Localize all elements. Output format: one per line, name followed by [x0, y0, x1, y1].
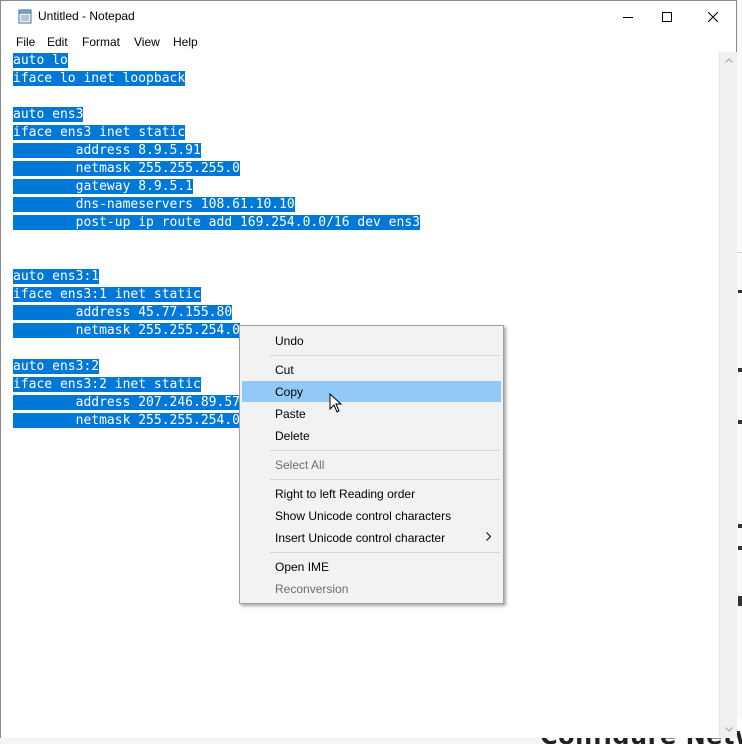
menu-item-paste[interactable]: Paste: [242, 403, 501, 424]
menu-edit[interactable]: Edit: [47, 35, 68, 49]
background-text-fragment: [738, 420, 742, 424]
selected-text: auto ens3: [13, 107, 84, 122]
background-page-edge: [737, 0, 742, 744]
menu-help[interactable]: Help: [173, 35, 198, 49]
editor-line: auto lo: [13, 52, 420, 70]
vertical-scrollbar[interactable]: [719, 52, 737, 738]
menu-separator: [270, 479, 500, 480]
menu-item-label: Reconversion: [275, 582, 349, 596]
editor-line: auto ens3: [13, 106, 420, 124]
editor-line: post-up ip route add 169.254.0.0/16 dev …: [13, 214, 420, 232]
minimize-icon: [623, 16, 633, 18]
editor-line: dns-nameservers 108.61.10.10: [13, 196, 420, 214]
menu-bar: File Edit Format View Help: [1, 32, 736, 52]
menu-item-label: Show Unicode control characters: [275, 509, 452, 523]
menu-file[interactable]: File: [16, 35, 35, 49]
menu-item-label: Paste: [275, 407, 306, 421]
selected-text: iface ens3:2 inet static: [13, 377, 201, 392]
selected-text: iface ens3 inet static: [13, 125, 186, 140]
selected-text: auto lo: [13, 53, 68, 68]
editor-line: iface ens3:1 inet static: [13, 286, 420, 304]
menu-item-reconversion[interactable]: Reconversion: [242, 578, 501, 599]
selected-text: address 207.246.89.57: [13, 395, 240, 410]
menu-item-label: Select All: [275, 458, 325, 472]
maximize-icon: [662, 11, 672, 22]
menu-item-delete[interactable]: Delete: [242, 425, 501, 446]
notepad-icon: [18, 9, 32, 24]
menu-item-label: Delete: [275, 429, 310, 443]
maximize-button[interactable]: [644, 1, 690, 32]
selected-text: auto ens3:1: [13, 269, 100, 284]
selected-text: address 8.9.5.91: [13, 143, 201, 158]
menu-item-copy[interactable]: Copy: [242, 381, 501, 402]
editor-line: netmask 255.255.255.0: [13, 160, 420, 178]
selected-text: iface lo inet loopback: [13, 71, 186, 86]
background-text-fragment: [738, 290, 742, 293]
chevron-down-icon: [724, 727, 733, 732]
menu-item-label: Insert Unicode control character: [275, 531, 446, 545]
menu-item-label: Open IME: [275, 560, 330, 574]
selected-text: iface ens3:1 inet static: [13, 287, 201, 302]
selected-text: post-up ip route add 169.254.0.0/16 dev …: [13, 215, 420, 230]
title-bar[interactable]: Untitled - Notepad: [1, 1, 736, 32]
selected-text: gateway 8.9.5.1: [13, 179, 194, 194]
selected-text: netmask 255.255.254.0: [13, 413, 240, 428]
menu-item-label: Undo: [275, 334, 304, 348]
menu-item-show-unicode-control[interactable]: Show Unicode control characters: [242, 505, 501, 526]
selected-text: netmask 255.255.255.0: [13, 161, 240, 176]
menu-item-rtl-reading-order[interactable]: Right to left Reading order: [242, 483, 501, 504]
editor-line: address 8.9.5.91: [13, 142, 420, 160]
menu-item-label: Right to left Reading order: [275, 487, 416, 501]
selected-text: netmask 255.255.254.0: [13, 323, 240, 338]
editor-line: iface lo inet loopback: [13, 70, 420, 88]
menu-separator: [270, 552, 500, 553]
menu-item-label: Cut: [275, 363, 294, 377]
background-text-fragment: [738, 596, 742, 606]
menu-separator: [270, 450, 500, 451]
menu-item-undo[interactable]: Undo: [242, 330, 501, 351]
background-text-fragment: [738, 524, 742, 528]
menu-separator: [270, 355, 500, 356]
mouse-pointer-icon: [329, 393, 343, 413]
selected-text: address 45.77.155.80: [13, 305, 233, 320]
menu-item-cut[interactable]: Cut: [242, 359, 501, 380]
chevron-right-icon: [486, 532, 491, 541]
background-divider: [737, 252, 742, 253]
menu-item-insert-unicode-control[interactable]: Insert Unicode control character: [242, 527, 501, 548]
scroll-down-button[interactable]: [720, 721, 737, 738]
background-text-fragment: [738, 546, 742, 550]
desktop: Configure Network Untitled - Notepad: [0, 0, 742, 744]
selected-text: auto ens3:2: [13, 359, 100, 374]
scroll-up-button[interactable]: [720, 52, 737, 69]
chevron-up-icon: [724, 58, 733, 63]
close-button[interactable]: [690, 1, 736, 32]
background-text-fragment: [738, 368, 742, 372]
editor-line: address 45.77.155.80: [13, 304, 420, 322]
menu-item-open-ime[interactable]: Open IME: [242, 556, 501, 577]
menu-view[interactable]: View: [134, 35, 160, 49]
selected-text: dns-nameservers 108.61.10.10: [13, 197, 295, 212]
context-menu: Undo Cut Copy Paste Delete Select All Ri…: [239, 325, 504, 604]
window-title: Untitled - Notepad: [38, 9, 135, 23]
editor-line: auto ens3:1: [13, 268, 420, 286]
editor-line: gateway 8.9.5.1: [13, 178, 420, 196]
menu-item-label: Copy: [275, 385, 304, 399]
menu-item-select-all[interactable]: Select All: [242, 454, 501, 475]
editor-line: iface ens3 inet static: [13, 124, 420, 142]
menu-format[interactable]: Format: [82, 35, 120, 49]
close-icon: [708, 11, 718, 22]
